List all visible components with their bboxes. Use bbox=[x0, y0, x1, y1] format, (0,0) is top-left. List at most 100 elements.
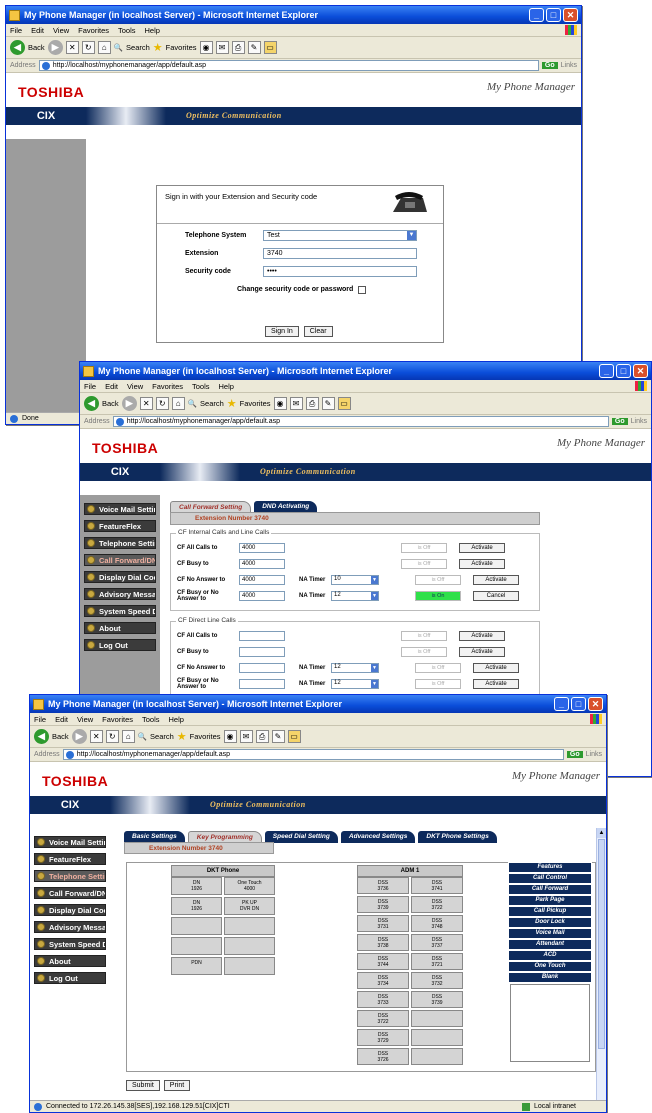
print-button[interactable]: Print bbox=[163, 1080, 191, 1091]
cf-input[interactable] bbox=[239, 679, 285, 689]
adm-key[interactable]: DSS 3736 bbox=[357, 877, 409, 894]
media-icon[interactable]: ◉ bbox=[223, 730, 237, 743]
menu-edit[interactable]: Edit bbox=[31, 26, 44, 35]
favorites-button[interactable]: Favorites bbox=[190, 732, 221, 741]
nav-display-dial-code[interactable]: Display Dial Code bbox=[34, 904, 106, 916]
address-input[interactable]: http://localhost/myphonemanager/app/defa… bbox=[112, 416, 609, 427]
nav-featureflex[interactable]: FeatureFlex bbox=[84, 520, 156, 532]
folder-icon[interactable]: ▭ bbox=[263, 41, 277, 54]
scroll-thumb[interactable] bbox=[598, 839, 605, 1049]
activate-button[interactable]: Activate bbox=[473, 575, 519, 585]
close-button[interactable]: ✕ bbox=[563, 8, 578, 22]
cf-input[interactable] bbox=[239, 631, 285, 641]
favorites-star-icon[interactable]: ★ bbox=[177, 730, 187, 743]
back-button[interactable]: Back bbox=[28, 43, 45, 52]
dkt-key[interactable]: DN 1926 bbox=[171, 897, 222, 915]
title-bar[interactable]: My Phone Manager (in localhost Server) -… bbox=[80, 362, 651, 380]
cf-input[interactable] bbox=[239, 663, 285, 673]
adm-key[interactable]: DSS 3739 bbox=[357, 896, 409, 913]
refresh-icon[interactable]: ↻ bbox=[81, 41, 95, 54]
na-timer-select[interactable]: 12 ▼ bbox=[331, 663, 379, 673]
tab-advanced-settings[interactable]: Advanced Settings bbox=[340, 831, 416, 843]
na-timer-select[interactable]: 12 ▼ bbox=[331, 591, 379, 601]
activate-button[interactable]: Activate bbox=[473, 663, 519, 673]
go-button[interactable]: Go bbox=[541, 62, 558, 69]
folder-icon[interactable]: ▭ bbox=[337, 397, 351, 410]
maximize-button[interactable]: □ bbox=[571, 697, 586, 711]
sign-in-button[interactable]: Sign In bbox=[265, 326, 299, 337]
menu-file[interactable]: File bbox=[10, 26, 22, 35]
close-button[interactable]: ✕ bbox=[588, 697, 603, 711]
links-button[interactable]: Links bbox=[561, 62, 577, 69]
dkt-key[interactable]: PK UP DVR DN bbox=[224, 897, 275, 915]
feature-call-control[interactable]: Call Control bbox=[508, 873, 592, 884]
search-button[interactable]: Search bbox=[126, 43, 150, 52]
address-input[interactable]: http://localhost/myphonemanager/app/defa… bbox=[38, 60, 539, 71]
nav-about[interactable]: About bbox=[84, 622, 156, 634]
dkt-key[interactable] bbox=[171, 917, 222, 935]
submit-button[interactable]: Submit bbox=[126, 1080, 160, 1091]
change-checkbox[interactable] bbox=[358, 285, 367, 294]
activate-button[interactable]: Activate bbox=[459, 559, 505, 569]
menu-view[interactable]: View bbox=[53, 26, 69, 35]
dkt-key[interactable] bbox=[224, 917, 275, 935]
minimize-button[interactable]: _ bbox=[599, 364, 614, 378]
maximize-button[interactable]: □ bbox=[616, 364, 631, 378]
favorites-star-icon[interactable]: ★ bbox=[153, 41, 163, 54]
security-input[interactable]: •••• bbox=[263, 266, 417, 277]
cf-input[interactable]: 4000 bbox=[239, 575, 285, 585]
nav-voice-mail-setting[interactable]: Voice Mail Setting bbox=[84, 503, 156, 515]
menu-favorites[interactable]: Favorites bbox=[102, 715, 133, 724]
activate-button[interactable]: Activate bbox=[459, 647, 505, 657]
system-select[interactable]: Test ▼ bbox=[263, 230, 417, 241]
menu-help[interactable]: Help bbox=[145, 26, 160, 35]
menu-tools[interactable]: Tools bbox=[192, 382, 210, 391]
nav-call-forward-dnd[interactable]: Call Forward/DND bbox=[84, 554, 156, 566]
menu-edit[interactable]: Edit bbox=[55, 715, 68, 724]
menu-file[interactable]: File bbox=[84, 382, 96, 391]
adm-key[interactable]: DSS 3737 bbox=[411, 934, 463, 951]
dkt-key[interactable] bbox=[171, 937, 222, 955]
back-arrow-icon[interactable]: ◀ bbox=[84, 396, 99, 411]
dkt-key[interactable]: PDN bbox=[171, 957, 222, 975]
back-arrow-icon[interactable]: ◀ bbox=[34, 729, 49, 744]
nav-featureflex[interactable]: FeatureFlex bbox=[34, 853, 106, 865]
refresh-icon[interactable]: ↻ bbox=[105, 730, 119, 743]
home-icon[interactable]: ⌂ bbox=[121, 730, 135, 743]
nav-log-out[interactable]: Log Out bbox=[84, 639, 156, 651]
stop-icon[interactable]: ✕ bbox=[65, 41, 79, 54]
adm-key[interactable]: DSS 3734 bbox=[357, 972, 409, 989]
cancel-button[interactable]: Cancel bbox=[473, 591, 519, 601]
adm-key[interactable]: DSS 3741 bbox=[411, 877, 463, 894]
na-timer-select[interactable]: 10 ▼ bbox=[331, 575, 379, 585]
nav-display-dial-code[interactable]: Display Dial Code bbox=[84, 571, 156, 583]
feature-voice-mail[interactable]: Voice Mail bbox=[508, 928, 592, 939]
search-icon[interactable]: 🔍 bbox=[188, 399, 197, 408]
menu-view[interactable]: View bbox=[127, 382, 143, 391]
dkt-key[interactable] bbox=[224, 957, 275, 975]
adm-key[interactable]: DSS 3722 bbox=[411, 896, 463, 913]
scroll-up-arrow-icon[interactable]: ▲ bbox=[597, 828, 606, 838]
links-button[interactable]: Links bbox=[586, 751, 602, 758]
print-icon[interactable]: ⎙ bbox=[255, 730, 269, 743]
nav-system-speed-dial[interactable]: System Speed Dial bbox=[84, 605, 156, 617]
menu-edit[interactable]: Edit bbox=[105, 382, 118, 391]
clear-button[interactable]: Clear bbox=[303, 326, 333, 337]
menu-file[interactable]: File bbox=[34, 715, 46, 724]
vertical-scrollbar[interactable]: ▲ bbox=[596, 828, 606, 1100]
home-icon[interactable]: ⌂ bbox=[97, 41, 111, 54]
adm-key[interactable]: DSS 3722 bbox=[357, 1010, 409, 1027]
go-button[interactable]: Go bbox=[566, 751, 583, 758]
media-icon[interactable]: ◉ bbox=[199, 41, 213, 54]
address-input[interactable]: http://localhost/myphonemanager/app/defa… bbox=[62, 749, 564, 760]
back-button[interactable]: Back bbox=[102, 399, 119, 408]
search-icon[interactable]: 🔍 bbox=[114, 43, 123, 52]
adm-key[interactable]: DSS 3729 bbox=[357, 1029, 409, 1046]
menu-help[interactable]: Help bbox=[169, 715, 184, 724]
adm-key[interactable]: DSS 3726 bbox=[357, 1048, 409, 1065]
title-bar[interactable]: My Phone Manager (in localhost Server) -… bbox=[6, 6, 581, 24]
forward-arrow-icon[interactable]: ▶ bbox=[121, 396, 137, 411]
close-button[interactable]: ✕ bbox=[633, 364, 648, 378]
mail-icon[interactable]: ✉ bbox=[239, 730, 253, 743]
adm-key[interactable]: DSS 3731 bbox=[357, 915, 409, 932]
